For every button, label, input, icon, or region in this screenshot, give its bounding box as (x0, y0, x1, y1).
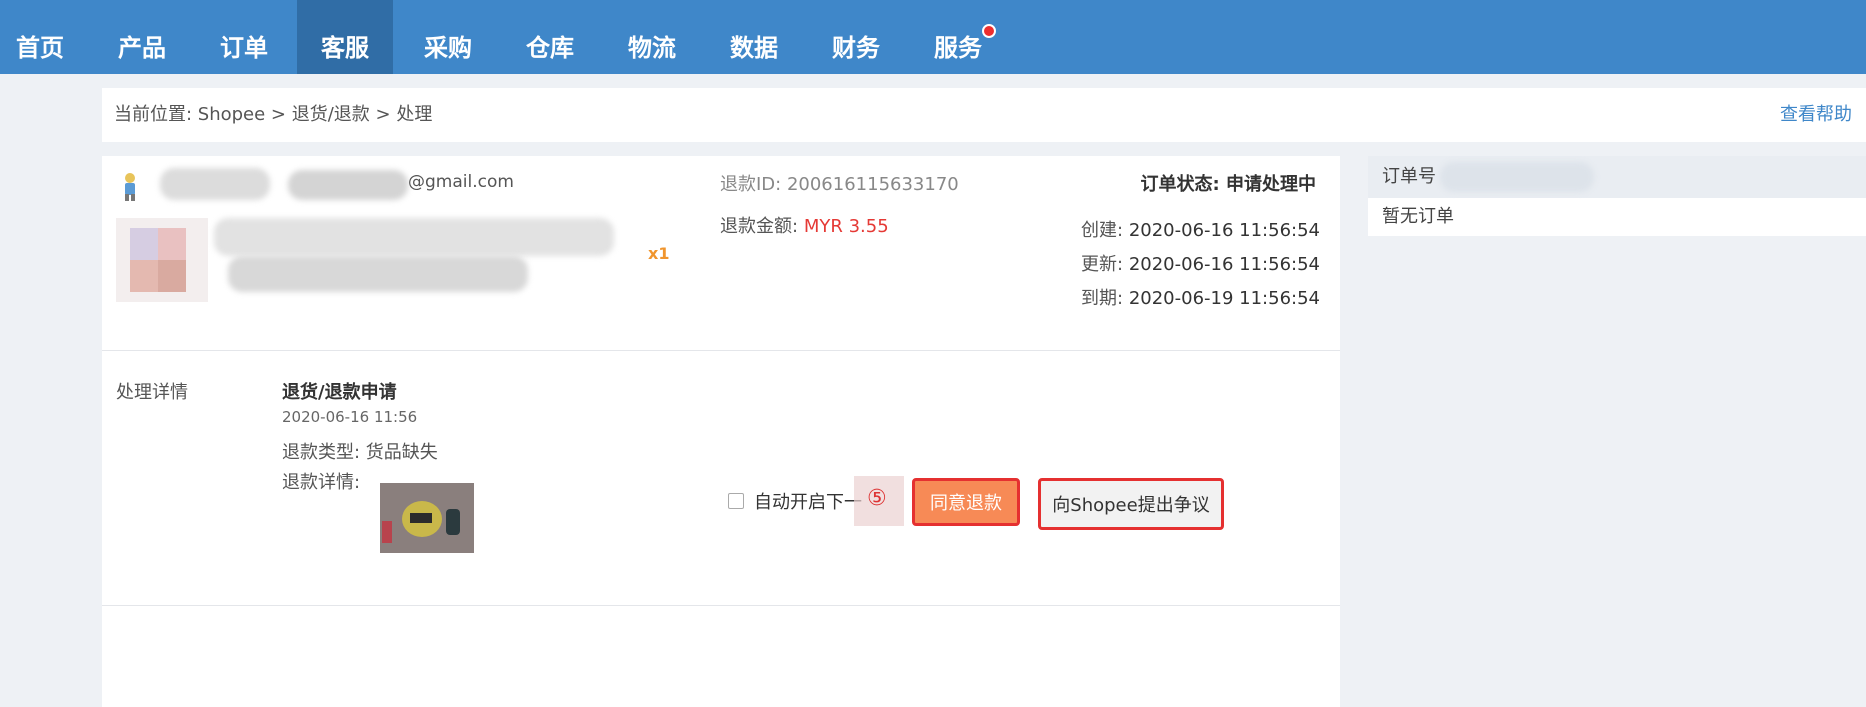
nav-finance[interactable]: 财务 (816, 0, 896, 74)
updated-label: 更新: (1081, 254, 1124, 275)
nav-logistics[interactable]: 物流 (612, 0, 692, 74)
due-label: 到期: (1081, 288, 1124, 309)
details-section-label: 处理详情 (116, 382, 188, 403)
divider (102, 605, 1340, 606)
product-variant-redacted (228, 256, 528, 292)
breadcrumb-bar: 当前位置: Shopee > 退货/退款 > 处理 查看帮助 (102, 88, 1866, 142)
refund-amount-value: MYR 3.55 (803, 216, 889, 237)
updated-time: 更新: 2020-06-16 11:56:54 (1081, 250, 1320, 276)
nav-service[interactable]: 服务 (918, 0, 998, 74)
nav-purchasing[interactable]: 采购 (408, 0, 488, 74)
auto-open-next-checkbox[interactable]: 自动开启下一 (728, 488, 862, 514)
notification-dot-icon (982, 24, 996, 38)
nav-orders[interactable]: 订单 (204, 0, 284, 74)
top-nav: 首页 产品 订单 客服 采购 仓库 物流 数据 财务 服务 (0, 0, 1866, 74)
help-link[interactable]: 查看帮助 (1780, 88, 1852, 142)
refund-type: 退款类型: 货品缺失 (282, 442, 438, 463)
details-date: 2020-06-16 11:56 (282, 408, 418, 426)
buyer-email: @gmail.com (408, 172, 514, 192)
created-value: 2020-06-16 11:56:54 (1128, 220, 1320, 241)
order-status: 订单状态: 申请处理中 (1140, 174, 1316, 195)
buyer-name-redacted (160, 168, 270, 200)
email-redacted (288, 170, 408, 200)
refund-details-label: 退款详情: (282, 472, 361, 493)
order-number-redacted (1440, 162, 1594, 192)
dispute-button[interactable]: 向Shopee提出争议 (1038, 478, 1224, 530)
order-side-panel: 订单号 暂无订单 (1368, 156, 1866, 236)
refund-id: 退款ID: 200616115633170 (720, 174, 959, 195)
breadcrumb: 当前位置: Shopee > 退货/退款 > 处理 (114, 104, 433, 125)
nav-customer-service[interactable]: 客服 (297, 0, 393, 74)
buyer-avatar (125, 173, 135, 201)
updated-value: 2020-06-16 11:56:54 (1128, 254, 1320, 275)
checkbox-icon[interactable] (728, 493, 744, 509)
product-quantity: x1 (648, 244, 670, 263)
divider (102, 350, 1340, 351)
due-time: 到期: 2020-06-19 11:56:54 (1081, 284, 1320, 310)
refund-card: @gmail.com x1 退款ID: 200616115633170 退款金额… (102, 156, 1340, 707)
step-marker: ⑤ (854, 476, 904, 526)
step-number: ⑤ (867, 486, 887, 511)
order-number-header: 订单号 (1368, 156, 1866, 198)
agree-refund-button[interactable]: 同意退款 (912, 478, 1020, 526)
product-thumbnail (116, 218, 208, 302)
nav-home[interactable]: 首页 (0, 0, 80, 74)
due-value: 2020-06-19 11:56:54 (1128, 288, 1320, 309)
no-orders-text: 暂无订单 (1368, 198, 1866, 236)
details-title: 退货/退款申请 (282, 382, 397, 403)
nav-data[interactable]: 数据 (714, 0, 794, 74)
product-title-redacted (214, 218, 614, 256)
created-time: 创建: 2020-06-16 11:56:54 (1081, 216, 1320, 242)
order-number-label: 订单号 (1382, 166, 1436, 187)
refund-amount-label: 退款金额: (720, 216, 799, 237)
nav-warehouse[interactable]: 仓库 (510, 0, 590, 74)
auto-open-next-label: 自动开启下一 (754, 492, 862, 513)
created-label: 创建: (1081, 220, 1124, 241)
evidence-photo[interactable] (380, 483, 474, 553)
nav-service-label: 服务 (934, 34, 982, 62)
refund-amount: 退款金额: MYR 3.55 (720, 212, 889, 238)
nav-products[interactable]: 产品 (102, 0, 182, 74)
